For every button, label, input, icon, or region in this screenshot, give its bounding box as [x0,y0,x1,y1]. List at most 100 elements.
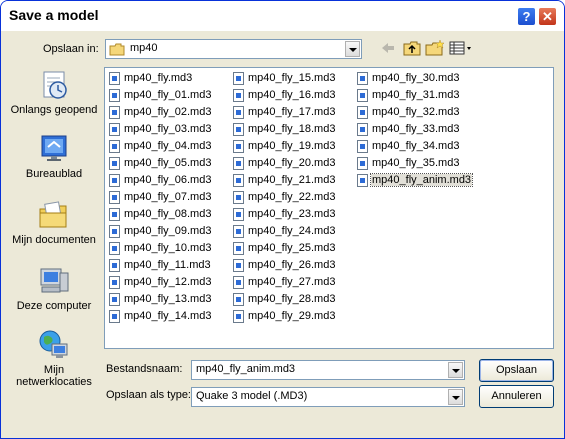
up-folder-icon[interactable] [403,40,421,56]
new-folder-icon[interactable] [425,39,445,56]
file-item[interactable]: mp40_fly_anim.md3 [355,172,474,189]
md3-file-icon [233,275,244,289]
file-item[interactable]: mp40_fly_21.md3 [231,172,336,189]
file-item[interactable]: mp40_fly_05.md3 [107,155,212,172]
file-item[interactable]: mp40_fly_25.md3 [231,240,336,257]
file-name: mp40_fly_19.md3 [248,140,336,152]
help-button[interactable]: ? [517,7,536,26]
md3-file-icon [109,122,120,136]
file-name: mp40_fly_27.md3 [248,276,336,288]
file-item[interactable]: mp40_fly_11.md3 [107,257,212,274]
md3-file-icon [109,275,120,289]
md3-file-icon [109,224,120,238]
file-name: mp40_fly_15.md3 [248,72,336,84]
cancel-button[interactable]: Annuleren [479,385,554,408]
md3-file-icon [109,309,120,323]
file-item[interactable]: mp40_fly_34.md3 [355,138,472,155]
file-item[interactable]: mp40_fly_10.md3 [107,240,212,257]
file-name: mp40_fly_05.md3 [124,157,212,169]
place-label: Mijn documenten [12,234,96,246]
file-item[interactable]: mp40_fly_08.md3 [107,206,212,223]
file-name: mp40_fly_35.md3 [372,157,460,169]
file-item[interactable]: mp40_fly_16.md3 [231,87,336,104]
file-name: mp40_fly_17.md3 [248,106,336,118]
file-item[interactable]: mp40_fly_23.md3 [231,206,336,223]
md3-file-icon [233,207,244,221]
md3-file-icon [109,139,120,153]
file-item[interactable]: mp40_fly_22.md3 [231,189,336,206]
file-name: mp40_fly_21.md3 [248,174,336,186]
md3-file-icon [109,156,120,170]
md3-file-icon [109,292,120,306]
place-network[interactable]: Mijn netwerklocaties [7,329,101,388]
file-name: mp40_fly_09.md3 [124,225,212,237]
md3-file-icon [233,309,244,323]
file-item[interactable]: mp40_fly_12.md3 [107,274,212,291]
file-name: mp40_fly_25.md3 [248,242,336,254]
file-item[interactable]: mp40_fly_07.md3 [107,189,212,206]
filename-value: mp40_fly_anim.md3 [196,363,296,375]
place-recent[interactable]: Onlangs geopend [7,69,101,116]
place-my-documents[interactable]: Mijn documenten [7,199,101,246]
file-name: mp40_fly_02.md3 [124,106,212,118]
file-item[interactable]: mp40_fly.md3 [107,70,212,87]
lookin-dropdown[interactable]: mp40 [105,39,362,59]
file-item[interactable]: mp40_fly_33.md3 [355,121,472,138]
file-name: mp40_fly_16.md3 [248,89,336,101]
file-name: mp40_fly_34.md3 [372,140,460,152]
file-item[interactable]: mp40_fly_26.md3 [231,257,336,274]
lookin-value: mp40 [130,42,158,54]
file-item[interactable]: mp40_fly_02.md3 [107,104,212,121]
file-name: mp40_fly_24.md3 [248,225,336,237]
back-arrow-icon[interactable] [381,42,395,54]
file-item[interactable]: mp40_fly_15.md3 [231,70,336,87]
md3-file-icon [109,241,120,255]
filetype-dropdown[interactable]: Quake 3 model (.MD3) [191,387,465,407]
file-item[interactable]: mp40_fly_01.md3 [107,87,212,104]
file-item[interactable]: mp40_fly_14.md3 [107,308,212,325]
file-item[interactable]: mp40_fly_32.md3 [355,104,472,121]
chevron-down-icon[interactable] [345,41,360,57]
window-title: Save a model [9,7,99,23]
chevron-down-icon[interactable] [448,362,463,378]
file-item[interactable]: mp40_fly_18.md3 [231,121,336,138]
file-name: mp40_fly_28.md3 [248,293,336,305]
md3-file-icon [109,190,120,204]
place-desktop[interactable]: Bureaublad [7,133,101,180]
file-name: mp40_fly_18.md3 [248,123,336,135]
folder-icon [109,43,125,56]
file-item[interactable]: mp40_fly_19.md3 [231,138,336,155]
md3-file-icon [233,139,244,153]
file-item[interactable]: mp40_fly_24.md3 [231,223,336,240]
md3-file-icon [357,88,368,102]
title-bar[interactable]: Save a model ? ✕ [1,1,564,31]
place-my-computer[interactable]: Deze computer [7,265,101,312]
md3-file-icon [357,156,368,170]
file-item[interactable]: mp40_fly_03.md3 [107,121,212,138]
save-dialog: Save a model ? ✕ Opslaan in: mp40 Onlang… [0,0,565,439]
file-list[interactable]: mp40_fly.md3 mp40_fly_01.md3 mp40_fly_02.m… [104,67,554,349]
file-item[interactable]: mp40_fly_04.md3 [107,138,212,155]
file-item[interactable]: mp40_fly_35.md3 [355,155,472,172]
md3-file-icon [233,224,244,238]
file-item[interactable]: mp40_fly_29.md3 [231,308,336,325]
chevron-down-icon[interactable] [448,389,463,405]
file-item[interactable]: mp40_fly_17.md3 [231,104,336,121]
network-places-icon [39,330,68,358]
place-label: Bureaublad [25,168,83,180]
filename-field[interactable]: mp40_fly_anim.md3 [191,360,465,380]
file-item[interactable]: mp40_fly_20.md3 [231,155,336,172]
file-name: mp40_fly_anim.md3 [369,173,474,187]
file-item[interactable]: mp40_fly_27.md3 [231,274,336,291]
file-name: mp40_fly_14.md3 [124,310,212,322]
my-computer-icon [40,268,69,293]
view-menu-icon[interactable] [449,41,473,55]
file-item[interactable]: mp40_fly_28.md3 [231,291,336,308]
file-item[interactable]: mp40_fly_13.md3 [107,291,212,308]
file-item[interactable]: mp40_fly_30.md3 [355,70,472,87]
save-button[interactable]: Opslaan [479,359,554,382]
file-item[interactable]: mp40_fly_09.md3 [107,223,212,240]
close-button[interactable]: ✕ [538,7,557,26]
file-item[interactable]: mp40_fly_06.md3 [107,172,212,189]
file-item[interactable]: mp40_fly_31.md3 [355,87,472,104]
